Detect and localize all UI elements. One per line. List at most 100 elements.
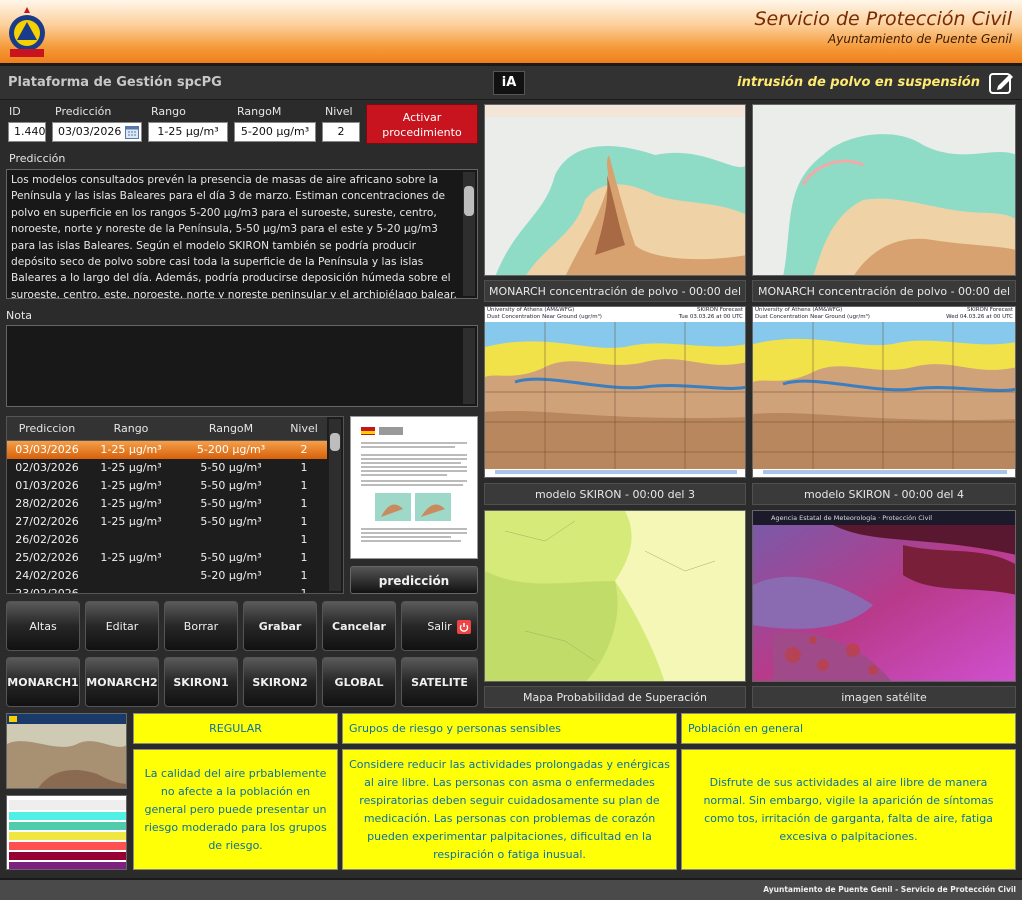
table-row[interactable]: 01/03/2026 1-25 µg/m³ 5-50 µg/m³ 1 bbox=[7, 477, 327, 495]
cell-nivel: 2 bbox=[300, 443, 308, 456]
pdf-page-preview bbox=[361, 427, 467, 542]
mini-map-thumbnail[interactable] bbox=[6, 713, 127, 789]
satelite-map-image bbox=[753, 525, 1015, 681]
header-title-block: Servicio de Protección Civil Ayuntamient… bbox=[754, 8, 1012, 46]
cell-fecha: 27/02/2026 bbox=[15, 515, 79, 528]
proteccion-civil-logo bbox=[9, 7, 45, 57]
altas-button[interactable]: Altas bbox=[6, 601, 80, 651]
table-row[interactable]: 25/02/2026 1-25 µg/m³ 5-50 µg/m³ 1 bbox=[7, 549, 327, 567]
cell-rango: 1-25 µg/m³ bbox=[100, 479, 162, 492]
nota-textarea[interactable] bbox=[6, 325, 478, 407]
table-row[interactable]: 27/02/2026 1-25 µg/m³ 5-50 µg/m³ 1 bbox=[7, 513, 327, 531]
header-title: Servicio de Protección Civil bbox=[754, 8, 1012, 30]
texto-prediccion-label: Predicción bbox=[9, 152, 66, 165]
nivel-description: La calidad del aire prbablemente no afec… bbox=[133, 749, 338, 870]
cell-fecha: 23/02/2026 bbox=[15, 587, 79, 594]
table-row[interactable]: 23/02/2026 1 bbox=[7, 585, 327, 594]
col-nivel[interactable]: Nivel bbox=[281, 422, 327, 435]
poblacion-title: Población en general bbox=[681, 713, 1016, 744]
cell-fecha: 25/02/2026 bbox=[15, 551, 79, 564]
app-header: Servicio de Protección Civil Ayuntamient… bbox=[0, 0, 1022, 66]
salir-button[interactable]: Salir bbox=[401, 601, 478, 651]
cell-nivel: 1 bbox=[300, 461, 308, 474]
power-icon bbox=[457, 620, 471, 634]
col-rango[interactable]: Rango bbox=[83, 422, 179, 435]
cell-rango: 1-25 µg/m³ bbox=[100, 461, 162, 474]
col-prediccion[interactable]: Prediccion bbox=[11, 422, 83, 435]
prediccion-textarea[interactable]: Los modelos consultados prevén la presen… bbox=[6, 169, 478, 299]
global-button[interactable]: GLOBAL bbox=[322, 657, 396, 707]
nivel-label: Nivel bbox=[325, 105, 353, 118]
calendar-icon[interactable] bbox=[125, 125, 139, 139]
monarch2-map[interactable] bbox=[752, 104, 1016, 276]
cell-rangom: 5-50 µg/m³ bbox=[200, 551, 262, 564]
prediccion-date-field[interactable]: 03/03/2026 bbox=[52, 122, 142, 142]
prediccion-pdf-button[interactable]: predicción bbox=[350, 566, 478, 594]
rangom-field[interactable]: 5-200 µg/m³ bbox=[234, 122, 316, 142]
header-subtitle: Ayuntamiento de Puente Genil bbox=[828, 32, 1012, 46]
cell-fecha: 01/03/2026 bbox=[15, 479, 79, 492]
id-field[interactable]: 1.440 bbox=[8, 122, 46, 142]
cancelar-button[interactable]: Cancelar bbox=[322, 601, 396, 651]
col-rangom[interactable]: RangoM bbox=[181, 422, 281, 435]
nivel-field[interactable]: 2 bbox=[322, 122, 360, 142]
cell-rango: 1-25 µg/m³ bbox=[100, 515, 162, 528]
nota-scrollbar[interactable] bbox=[463, 328, 475, 404]
satelite-button[interactable]: SATELITE bbox=[401, 657, 478, 707]
cell-nivel: 1 bbox=[300, 515, 308, 528]
skiron1-map[interactable]: University of Athens (AM&WFG) Dust Conce… bbox=[484, 306, 746, 478]
cell-fecha: 03/03/2026 bbox=[15, 443, 79, 456]
top-bar: Plataforma de Gestión spcPG iA intrusión… bbox=[0, 66, 1022, 100]
monarch1-caption: MONARCH concentración de polvo - 00:00 d… bbox=[484, 280, 746, 320]
monarch2-button[interactable]: MONARCH2 bbox=[85, 657, 159, 707]
cell-nivel: 1 bbox=[300, 533, 308, 546]
skiron1-header-right: SKIRON Forecast Tue 03.03.26 at 00 UTC bbox=[678, 307, 743, 320]
skiron1-button[interactable]: SKIRON1 bbox=[164, 657, 238, 707]
skiron1-header-left: University of Athens (AM&WFG) Dust Conce… bbox=[487, 307, 602, 320]
pdf-thumbnail[interactable] bbox=[350, 416, 478, 559]
borrar-button[interactable]: Borrar bbox=[164, 601, 238, 651]
skiron2-button[interactable]: SKIRON2 bbox=[243, 657, 317, 707]
nivel-title: REGULAR bbox=[133, 713, 338, 744]
cell-nivel: 1 bbox=[300, 587, 308, 594]
table-scrollbar[interactable] bbox=[329, 419, 341, 591]
nota-label: Nota bbox=[6, 309, 33, 322]
cell-rangom: 5-50 µg/m³ bbox=[200, 461, 262, 474]
grupos-description: Considere reducir las actividades prolon… bbox=[342, 749, 677, 870]
table-row[interactable]: 26/02/2026 1 bbox=[7, 531, 327, 549]
cell-nivel: 1 bbox=[300, 497, 308, 510]
table-row[interactable]: 24/02/2026 5-20 µg/m³ 1 bbox=[7, 567, 327, 585]
monarch2-map-image bbox=[753, 105, 1015, 275]
aqi-scale-thumbnail[interactable] bbox=[6, 795, 127, 870]
ia-button[interactable]: iA bbox=[493, 71, 525, 95]
grabar-button[interactable]: Grabar bbox=[243, 601, 317, 651]
table-row[interactable]: 02/03/2026 1-25 µg/m³ 5-50 µg/m³ 1 bbox=[7, 459, 327, 477]
activar-line2: procedimiento bbox=[382, 126, 462, 139]
activar-procedimiento-button[interactable]: Activar procedimiento bbox=[366, 104, 478, 144]
alert-title: intrusión de polvo en suspensión bbox=[737, 75, 980, 90]
probabilidad-map[interactable] bbox=[484, 510, 746, 682]
activar-line1: Activar bbox=[402, 111, 442, 124]
skiron2-map-image bbox=[753, 322, 1015, 477]
prediccion-scrollbar[interactable] bbox=[463, 172, 475, 296]
cell-rangom: 5-50 µg/m³ bbox=[200, 479, 262, 492]
cell-rangom: 5-200 µg/m³ bbox=[196, 443, 266, 456]
editar-button[interactable]: Editar bbox=[85, 601, 159, 651]
satelite-map[interactable]: Agencia Estatal de Meteorología · Protec… bbox=[752, 510, 1016, 682]
table-row[interactable]: 03/03/2026 1-25 µg/m³ 5-200 µg/m³ 2 bbox=[7, 441, 327, 459]
skiron2-map[interactable]: University of Athens (AM&WFG) Dust Conce… bbox=[752, 306, 1016, 478]
id-label: ID bbox=[9, 105, 21, 118]
edit-icon[interactable] bbox=[988, 71, 1014, 95]
cell-nivel: 1 bbox=[300, 551, 308, 564]
probabilidad-map-image bbox=[485, 511, 745, 681]
table-row[interactable]: 28/02/2026 1-25 µg/m³ 5-50 µg/m³ 1 bbox=[7, 495, 327, 513]
mini-map-image bbox=[7, 714, 126, 788]
rango-field[interactable]: 1-25 µg/m³ bbox=[148, 122, 228, 142]
history-table: Prediccion Rango RangoM Nivel 03/03/2026… bbox=[6, 416, 344, 594]
monarch1-button[interactable]: MONARCH1 bbox=[6, 657, 80, 707]
monarch1-map[interactable] bbox=[484, 104, 746, 276]
platform-title: Plataforma de Gestión spcPG bbox=[8, 75, 222, 90]
cell-rangom: 5-50 µg/m³ bbox=[200, 515, 262, 528]
aqi-scale-image bbox=[7, 796, 126, 869]
cell-nivel: 1 bbox=[300, 479, 308, 492]
